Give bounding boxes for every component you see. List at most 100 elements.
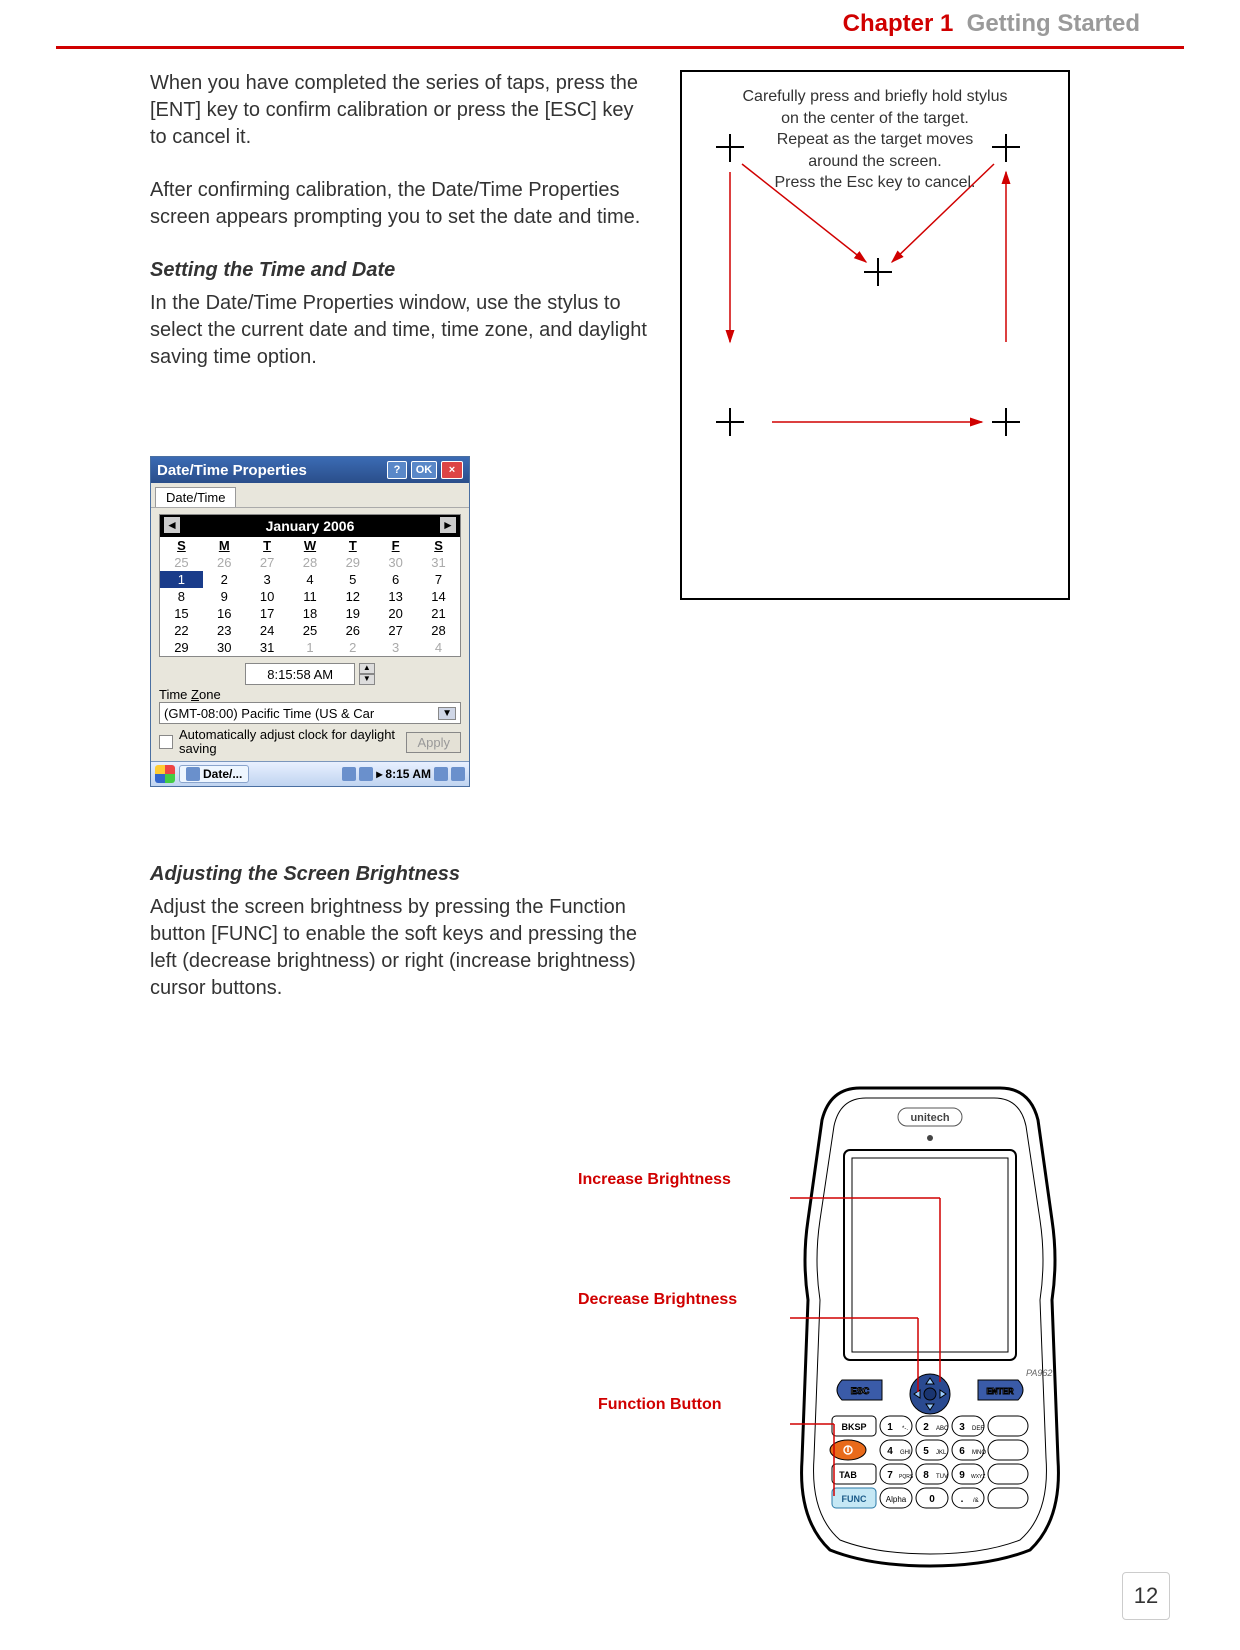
- calendar-day[interactable]: 8: [160, 588, 203, 605]
- calendar-day[interactable]: 31: [246, 639, 289, 656]
- svg-text:0: 0: [929, 1494, 935, 1505]
- dst-label: Automatically adjust clock for daylight …: [179, 728, 400, 757]
- tray-icon-2[interactable]: [359, 767, 373, 781]
- time-spinner[interactable]: ▲▼: [359, 663, 375, 685]
- taskbar-task[interactable]: Date/...: [179, 765, 249, 783]
- apply-button[interactable]: Apply: [406, 732, 461, 753]
- paragraph-2: After confirming calibration, the Date/T…: [150, 177, 650, 231]
- calendar-day[interactable]: 23: [203, 622, 246, 639]
- dst-checkbox[interactable]: [159, 735, 173, 749]
- calendar-day[interactable]: 11: [289, 588, 332, 605]
- tray-clock[interactable]: 8:15 AM: [385, 767, 431, 781]
- calendar-grid[interactable]: SMTWTFS 25262728293031123456789101112131…: [160, 537, 460, 656]
- calendar-day[interactable]: 24: [246, 622, 289, 639]
- calib-line4: around the screen.: [700, 151, 1050, 173]
- calendar-day[interactable]: 13: [374, 588, 417, 605]
- calendar-day[interactable]: 27: [374, 622, 417, 639]
- calib-line5: Press the Esc key to cancel.: [700, 172, 1050, 194]
- calendar-day[interactable]: 5: [331, 571, 374, 588]
- close-button[interactable]: ×: [441, 461, 463, 479]
- brand-label: unitech: [910, 1112, 949, 1124]
- calendar-day[interactable]: 29: [160, 639, 203, 656]
- svg-text:5: 5: [923, 1446, 929, 1457]
- calendar-header: ◄ January 2006 ►: [160, 515, 460, 537]
- calendar-day[interactable]: 3: [246, 571, 289, 588]
- calendar-day[interactable]: 20: [374, 605, 417, 622]
- calibration-figure: Carefully press and briefly hold stylus …: [680, 70, 1070, 600]
- model-label: PA962: [1026, 1368, 1052, 1378]
- header-rule: [56, 46, 1184, 49]
- chapter-label: Chapter 1: [843, 10, 954, 37]
- calendar-day[interactable]: 2: [331, 639, 374, 656]
- svg-text:.: .: [961, 1494, 964, 1505]
- help-button[interactable]: ?: [387, 461, 407, 479]
- calendar-day[interactable]: 29: [331, 554, 374, 571]
- calendar-day[interactable]: 16: [203, 605, 246, 622]
- time-field: ▲▼: [159, 663, 461, 685]
- svg-text:FUNC: FUNC: [842, 1494, 867, 1504]
- calendar-day[interactable]: 4: [289, 571, 332, 588]
- calendar-day[interactable]: 31: [417, 554, 460, 571]
- calendar-day[interactable]: 26: [203, 554, 246, 571]
- calendar-day[interactable]: 9: [203, 588, 246, 605]
- tab-datetime[interactable]: Date/Time: [155, 487, 236, 507]
- calendar-day[interactable]: 30: [374, 554, 417, 571]
- calendar-day[interactable]: 2: [203, 571, 246, 588]
- svg-text:/&: /&: [973, 1498, 979, 1504]
- page-number: 12: [1122, 1572, 1170, 1620]
- calib-line3: Repeat as the target moves: [700, 129, 1050, 151]
- datetime-titlebar: Date/Time Properties ? OK ×: [151, 457, 469, 483]
- calendar-day[interactable]: 21: [417, 605, 460, 622]
- calendar-day[interactable]: 6: [374, 571, 417, 588]
- calendar-day[interactable]: 19: [331, 605, 374, 622]
- calendar-day[interactable]: 17: [246, 605, 289, 622]
- svg-text:1: 1: [887, 1422, 893, 1433]
- calendar: ◄ January 2006 ► SMTWTFS 252627282930311…: [159, 514, 461, 657]
- next-month-button[interactable]: ►: [440, 517, 456, 533]
- calendar-day[interactable]: 1: [160, 571, 203, 588]
- calendar-day[interactable]: 15: [160, 605, 203, 622]
- svg-text:6: 6: [959, 1446, 965, 1457]
- calendar-day[interactable]: 18: [289, 605, 332, 622]
- calendar-day[interactable]: 1: [289, 639, 332, 656]
- calendar-day[interactable]: 3: [374, 639, 417, 656]
- section1-text: In the Date/Time Properties window, use …: [150, 290, 650, 371]
- svg-text:TAB: TAB: [839, 1470, 857, 1480]
- calendar-day[interactable]: 12: [331, 588, 374, 605]
- svg-text:ABC: ABC: [936, 1426, 949, 1432]
- time-input[interactable]: [245, 663, 355, 685]
- svg-text:BKSP: BKSP: [841, 1422, 866, 1432]
- svg-text:WXYZ: WXYZ: [971, 1474, 985, 1480]
- start-button[interactable]: [155, 765, 175, 783]
- calendar-day[interactable]: 25: [289, 622, 332, 639]
- calendar-day[interactable]: 30: [203, 639, 246, 656]
- prev-month-button[interactable]: ◄: [164, 517, 180, 533]
- svg-text:ENTER: ENTER: [986, 1387, 1013, 1396]
- calendar-day[interactable]: 26: [331, 622, 374, 639]
- weekday-header: T: [331, 537, 374, 554]
- calendar-day[interactable]: 28: [417, 622, 460, 639]
- svg-text:DEF: DEF: [972, 1426, 984, 1432]
- calendar-day[interactable]: 25: [160, 554, 203, 571]
- function-button-label: Function Button: [598, 1395, 778, 1415]
- weekday-header: S: [417, 537, 460, 554]
- timezone-label: Time Zone: [159, 687, 461, 702]
- calendar-day[interactable]: 22: [160, 622, 203, 639]
- timezone-select[interactable]: (GMT-08:00) Pacific Time (US & Car ▼: [159, 702, 461, 724]
- tray-icon-1[interactable]: [342, 767, 356, 781]
- tray-icon-4[interactable]: [451, 767, 465, 781]
- calendar-day[interactable]: 28: [289, 554, 332, 571]
- calendar-day[interactable]: 7: [417, 571, 460, 588]
- tray-icon-3[interactable]: [434, 767, 448, 781]
- calendar-day[interactable]: 4: [417, 639, 460, 656]
- weekday-header: W: [289, 537, 332, 554]
- weekday-header: S: [160, 537, 203, 554]
- svg-text:2: 2: [923, 1422, 929, 1433]
- calendar-day[interactable]: 14: [417, 588, 460, 605]
- svg-text:ESC: ESC: [851, 1386, 870, 1396]
- calendar-day[interactable]: 27: [246, 554, 289, 571]
- month-year-label: January 2006: [266, 518, 355, 534]
- svg-text:PQRS: PQRS: [899, 1474, 914, 1480]
- calendar-day[interactable]: 10: [246, 588, 289, 605]
- ok-button[interactable]: OK: [411, 461, 437, 479]
